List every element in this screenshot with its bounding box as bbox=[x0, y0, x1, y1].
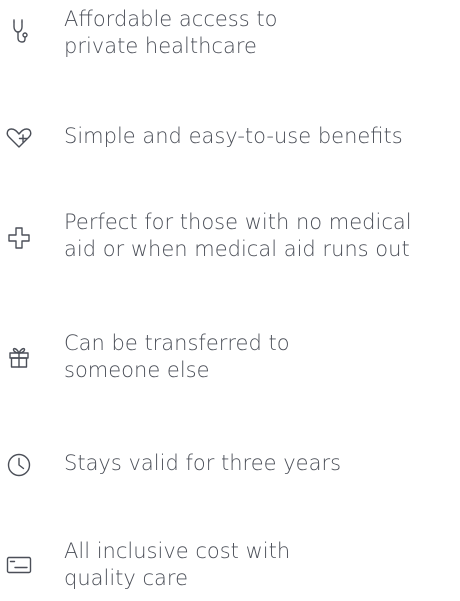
heart-plus-icon bbox=[4, 123, 34, 153]
stethoscope-icon bbox=[4, 16, 34, 46]
medical-cross-icon bbox=[4, 223, 34, 253]
benefits-list: Affordable access to private healthcare … bbox=[0, 0, 460, 601]
benefit-label: Simple and easy-to-use benefits bbox=[64, 124, 403, 148]
clock-icon bbox=[4, 450, 34, 480]
benefit-label: All inclusive cost with quality care bbox=[64, 539, 291, 590]
benefit-label: Affordable access to private healthcare bbox=[64, 7, 278, 58]
benefit-label: Perfect for those with no medical aid or… bbox=[64, 210, 412, 261]
benefit-label: Stays valid for three years bbox=[64, 451, 342, 475]
card-icon bbox=[4, 550, 34, 580]
gift-icon bbox=[4, 342, 34, 372]
benefit-label: Can be transferred to someone else bbox=[64, 331, 290, 382]
